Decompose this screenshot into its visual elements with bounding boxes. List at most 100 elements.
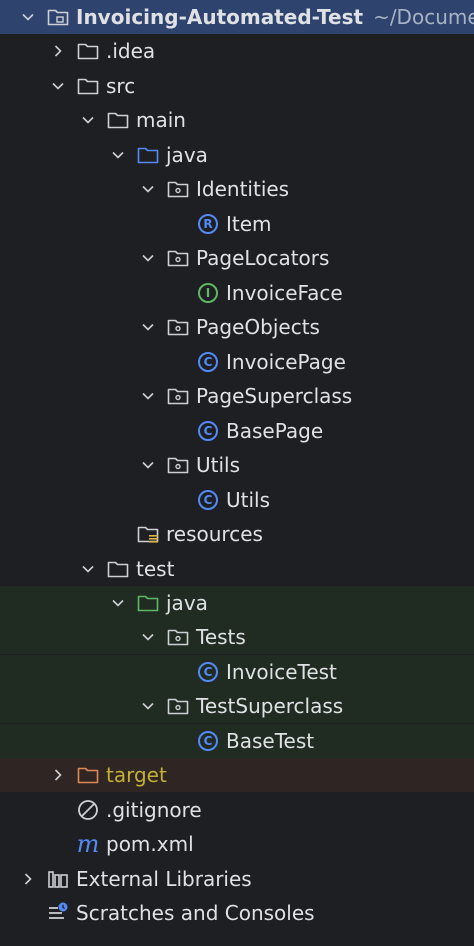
- record-letter: R: [198, 214, 218, 234]
- project-tree: Invoicing-Automated-Test ~/Documents .id…: [0, 0, 474, 946]
- package-icon: [166, 177, 190, 201]
- tree-node-page-locators[interactable]: PageLocators: [0, 241, 474, 275]
- tree-node-page-superclass[interactable]: PageSuperclass: [0, 379, 474, 413]
- tree-node-main[interactable]: main: [0, 103, 474, 137]
- tree-node-utils-class[interactable]: C Utils: [0, 483, 474, 517]
- chevron-down-icon[interactable]: [78, 552, 98, 586]
- chevron-down-icon[interactable]: [18, 0, 38, 34]
- tree-label: .gitignore: [106, 798, 202, 822]
- tree-label: Item: [226, 212, 272, 236]
- tree-node-tests-package[interactable]: Tests: [0, 620, 474, 654]
- maven-letter: m: [76, 830, 100, 858]
- class-icon: C: [196, 350, 220, 374]
- interface-letter: I: [198, 283, 218, 303]
- module-folder-icon: [46, 5, 70, 29]
- class-icon: C: [196, 660, 220, 684]
- tree-node-pom[interactable]: m pom.xml: [0, 827, 474, 861]
- package-icon: [166, 694, 190, 718]
- tree-label: Utils: [196, 453, 241, 477]
- package-icon: [166, 315, 190, 339]
- tree-node-java-test[interactable]: java: [0, 586, 474, 620]
- tree-label: target: [106, 763, 167, 787]
- chevron-down-icon[interactable]: [138, 689, 158, 723]
- tree-label: java: [166, 591, 208, 615]
- tree-node-java-main[interactable]: java: [0, 138, 474, 172]
- tree-label: InvoicePage: [226, 350, 346, 374]
- chevron-down-icon[interactable]: [78, 103, 98, 137]
- tree-label: TestSuperclass: [196, 694, 344, 718]
- chevron-right-icon[interactable]: [48, 758, 68, 792]
- tree-node-test-superclass[interactable]: TestSuperclass: [0, 689, 474, 723]
- test-source-folder-icon: [136, 591, 160, 615]
- class-letter: C: [198, 731, 218, 751]
- class-icon: C: [196, 419, 220, 443]
- tree-node-src[interactable]: src: [0, 69, 474, 103]
- package-icon: [166, 384, 190, 408]
- folder-icon: [106, 557, 130, 581]
- chevron-down-icon[interactable]: [138, 620, 158, 654]
- tree-node-gitignore[interactable]: .gitignore: [0, 793, 474, 827]
- tree-node-project-root[interactable]: Invoicing-Automated-Test ~/Documents: [0, 0, 474, 34]
- tree-label: pom.xml: [106, 832, 194, 856]
- chevron-down-icon[interactable]: [108, 138, 128, 172]
- chevron-down-icon[interactable]: [138, 172, 158, 206]
- tree-label: resources: [166, 522, 263, 546]
- scratches-icon: [46, 901, 70, 925]
- tree-label: BasePage: [226, 419, 324, 443]
- record-icon: R: [196, 212, 220, 236]
- tree-node-target[interactable]: target: [0, 758, 474, 792]
- tree-node-utils-package[interactable]: Utils: [0, 448, 474, 482]
- tree-label: External Libraries: [76, 867, 252, 891]
- tree-label: PageLocators: [196, 246, 330, 270]
- chevron-down-icon[interactable]: [138, 448, 158, 482]
- chevron-down-icon[interactable]: [48, 69, 68, 103]
- folder-icon: [76, 74, 100, 98]
- tree-label: Scratches and Consoles: [76, 901, 315, 925]
- chevron-down-icon[interactable]: [108, 586, 128, 620]
- chevron-down-icon[interactable]: [138, 310, 158, 344]
- tree-node-base-test[interactable]: C BaseTest: [0, 724, 474, 758]
- folder-icon: [106, 108, 130, 132]
- class-letter: C: [198, 421, 218, 441]
- chevron-down-icon[interactable]: [138, 379, 158, 413]
- package-icon: [166, 625, 190, 649]
- tree-node-test[interactable]: test: [0, 552, 474, 586]
- tree-node-resources[interactable]: resources: [0, 517, 474, 551]
- tree-node-page-objects[interactable]: PageObjects: [0, 310, 474, 344]
- tree-label: java: [166, 143, 208, 167]
- maven-icon: m: [76, 832, 100, 856]
- tree-node-item[interactable]: R Item: [0, 207, 474, 241]
- tree-node-external-libraries[interactable]: External Libraries: [0, 862, 474, 896]
- tree-label: test: [136, 557, 175, 581]
- tree-label: PageSuperclass: [196, 384, 353, 408]
- tree-label: InvoiceFace: [226, 281, 343, 305]
- excluded-folder-icon: [76, 763, 100, 787]
- tree-node-idea[interactable]: .idea: [0, 34, 474, 68]
- tree-node-invoice-test[interactable]: C InvoiceTest: [0, 655, 474, 689]
- tree-label: .idea: [106, 39, 156, 63]
- tree-node-base-page[interactable]: C BasePage: [0, 414, 474, 448]
- chevron-down-icon[interactable]: [138, 241, 158, 275]
- tree-node-identities[interactable]: Identities: [0, 172, 474, 206]
- class-icon: C: [196, 729, 220, 753]
- tree-node-scratches[interactable]: Scratches and Consoles: [0, 896, 474, 930]
- tree-node-invoice-page[interactable]: C InvoicePage: [0, 345, 474, 379]
- tree-label: Utils: [226, 488, 271, 512]
- chevron-right-icon[interactable]: [48, 34, 68, 68]
- class-letter: C: [198, 490, 218, 510]
- tree-label: main: [136, 108, 186, 132]
- ignore-file-icon: [76, 798, 100, 822]
- class-icon: C: [196, 488, 220, 512]
- tree-node-invoice-face[interactable]: I InvoiceFace: [0, 276, 474, 310]
- class-letter: C: [198, 662, 218, 682]
- project-name: Invoicing-Automated-Test: [76, 5, 364, 29]
- tree-label: src: [106, 74, 136, 98]
- class-letter: C: [198, 352, 218, 372]
- tree-label: PageObjects: [196, 315, 320, 339]
- library-icon: [46, 867, 70, 891]
- package-icon: [166, 453, 190, 477]
- package-icon: [166, 246, 190, 270]
- folder-icon: [76, 39, 100, 63]
- chevron-right-icon[interactable]: [18, 862, 38, 896]
- tree-label: Tests: [196, 625, 246, 649]
